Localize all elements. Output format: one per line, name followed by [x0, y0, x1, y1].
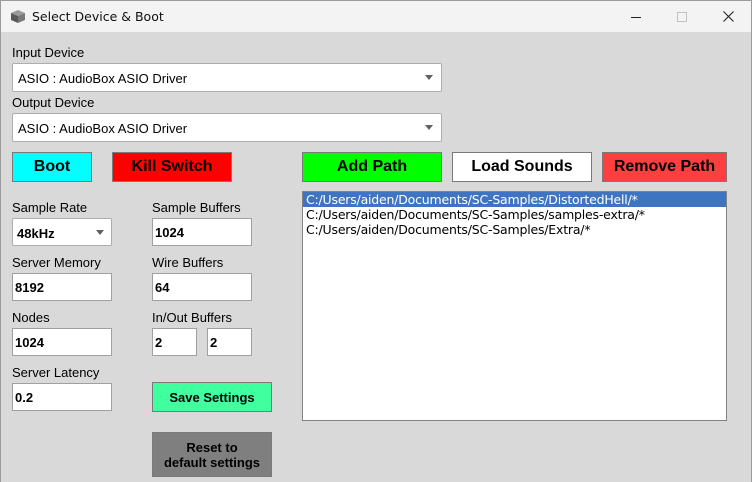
reset-label-line2: default settings — [163, 454, 261, 470]
title-bar[interactable]: Select Device & Boot — [1, 1, 751, 32]
sample-buffers-label: Sample Buffers — [152, 200, 241, 215]
nodes-label: Nodes — [12, 310, 50, 325]
server-latency-input[interactable]: 0.2 — [12, 383, 112, 411]
server-memory-label: Server Memory — [12, 255, 101, 270]
chevron-down-icon — [425, 75, 433, 80]
nodes-input[interactable]: 1024 — [12, 328, 112, 356]
add-path-button[interactable]: Add Path — [302, 152, 442, 182]
close-button[interactable] — [705, 1, 751, 32]
input-device-select[interactable]: ASIO : AudioBox ASIO Driver — [12, 63, 442, 92]
input-device-value: ASIO : AudioBox ASIO Driver — [18, 71, 188, 86]
list-item[interactable]: C:/Users/aiden/Documents/SC-Samples/Extr… — [303, 222, 726, 237]
maximize-icon — [677, 11, 687, 22]
chevron-down-icon — [425, 125, 433, 130]
maximize-button — [659, 1, 705, 32]
out-buffers-input[interactable]: 2 — [207, 328, 252, 356]
input-device-label: Input Device — [12, 45, 85, 60]
select-device-window: Select Device & Boot Input Device ASIO :… — [0, 0, 752, 482]
sample-rate-select[interactable]: 48kHz — [12, 218, 112, 246]
remove-path-button[interactable]: Remove Path — [602, 152, 727, 182]
sample-rate-label: Sample Rate — [12, 200, 88, 215]
app-cube-icon — [11, 10, 25, 23]
minimize-button[interactable] — [613, 1, 659, 32]
list-item[interactable]: C:/Users/aiden/Documents/SC-Samples/Dist… — [303, 192, 726, 207]
in-buffers-input[interactable]: 2 — [152, 328, 197, 356]
sample-paths-list[interactable]: C:/Users/aiden/Documents/SC-Samples/Dist… — [302, 191, 727, 421]
output-device-select[interactable]: ASIO : AudioBox ASIO Driver — [12, 113, 442, 142]
chevron-down-icon — [96, 230, 104, 235]
reset-defaults-button[interactable]: Reset to default settings — [152, 432, 272, 477]
sample-rate-value: 48kHz — [17, 226, 55, 241]
output-device-value: ASIO : AudioBox ASIO Driver — [18, 121, 188, 136]
sample-buffers-input[interactable]: 1024 — [152, 218, 252, 246]
window-title: Select Device & Boot — [32, 9, 164, 24]
wire-buffers-label: Wire Buffers — [152, 255, 224, 270]
list-item[interactable]: C:/Users/aiden/Documents/SC-Samples/samp… — [303, 207, 726, 222]
wire-buffers-input[interactable]: 64 — [152, 273, 252, 301]
load-sounds-button[interactable]: Load Sounds — [452, 152, 592, 182]
minimize-icon — [631, 16, 641, 18]
save-settings-button[interactable]: Save Settings — [152, 382, 272, 412]
boot-button[interactable]: Boot — [12, 152, 92, 182]
server-latency-label: Server Latency — [12, 365, 100, 380]
client-area: Input Device ASIO : AudioBox ASIO Driver… — [1, 32, 751, 482]
close-icon — [722, 11, 734, 22]
output-device-label: Output Device — [12, 95, 95, 110]
io-buffers-label: In/Out Buffers — [152, 310, 232, 325]
kill-switch-button[interactable]: Kill Switch — [112, 152, 232, 182]
server-memory-input[interactable]: 8192 — [12, 273, 112, 301]
reset-label-line1: Reset to — [186, 439, 238, 455]
